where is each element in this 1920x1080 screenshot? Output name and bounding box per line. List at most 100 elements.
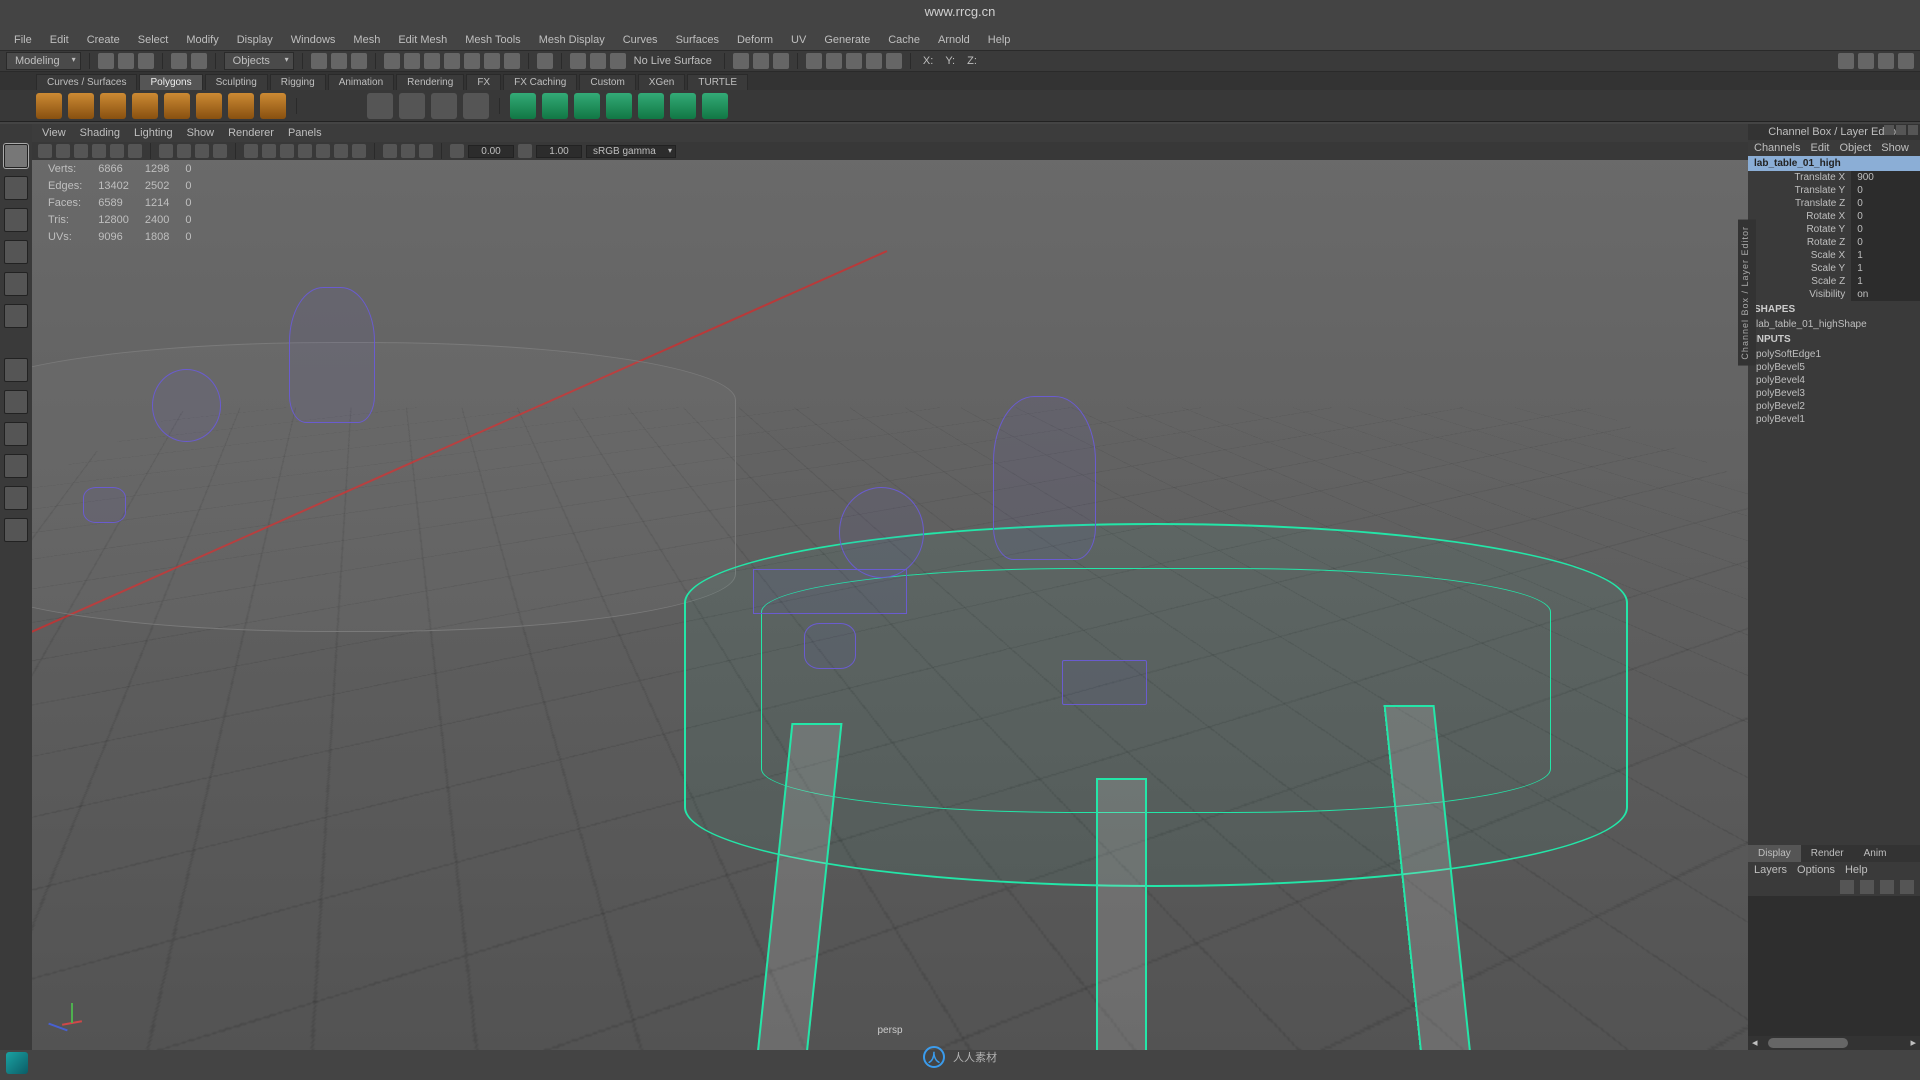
sculpt-icon[interactable] xyxy=(510,93,536,119)
shelf-tab-sculpting[interactable]: Sculpting xyxy=(205,74,268,90)
select-camera-icon[interactable] xyxy=(38,144,52,158)
lock-icon[interactable] xyxy=(537,53,553,69)
image-plane-icon[interactable] xyxy=(92,144,106,158)
layer-new-selected-icon[interactable] xyxy=(1900,880,1914,894)
snap-surface-icon[interactable] xyxy=(464,53,480,69)
select-by-component-icon[interactable] xyxy=(351,53,367,69)
render-icon[interactable] xyxy=(733,53,749,69)
open-scene-icon[interactable] xyxy=(118,53,134,69)
layout-four-icon[interactable] xyxy=(826,53,842,69)
grid-icon[interactable] xyxy=(159,144,173,158)
view-axis-indicator[interactable] xyxy=(44,998,84,1038)
snap-curve-icon[interactable] xyxy=(404,53,420,69)
menu-help[interactable]: Help xyxy=(980,32,1019,48)
layer-list[interactable] xyxy=(1748,896,1920,1036)
history-off-icon[interactable] xyxy=(590,53,606,69)
gamma-icon[interactable] xyxy=(518,144,532,158)
attr-rx[interactable]: Rotate X xyxy=(1748,210,1851,223)
menu-generate[interactable]: Generate xyxy=(816,32,878,48)
layer-menu-layers[interactable]: Layers xyxy=(1754,864,1787,876)
mesh-table-leg[interactable] xyxy=(1096,778,1147,1050)
shelf-tab-fxcaching[interactable]: FX Caching xyxy=(503,74,577,90)
attr-ty[interactable]: Translate Y xyxy=(1748,184,1851,197)
field-rz[interactable]: 0 xyxy=(1851,236,1920,249)
shape-node[interactable]: lab_table_01_highShape xyxy=(1748,318,1920,331)
attr-tz[interactable]: Translate Z xyxy=(1748,197,1851,210)
polysphere-icon[interactable] xyxy=(68,93,94,119)
layer-menu-help[interactable]: Help xyxy=(1845,864,1868,876)
field-sy[interactable]: 1 xyxy=(1851,262,1920,275)
close-icon[interactable] xyxy=(1908,125,1918,135)
shelf-tab-turtle[interactable]: TURTLE xyxy=(687,74,748,90)
layout-single-icon[interactable] xyxy=(806,53,822,69)
lasso-tool[interactable] xyxy=(4,176,28,200)
layout-four-tool[interactable] xyxy=(4,390,28,414)
motionblur-icon[interactable] xyxy=(352,144,366,158)
mesh-table-unselected[interactable] xyxy=(32,342,736,633)
layer-moveup-icon[interactable] xyxy=(1840,880,1854,894)
shadows-icon[interactable] xyxy=(316,144,330,158)
menu-curves[interactable]: Curves xyxy=(615,32,666,48)
crease-icon[interactable] xyxy=(574,93,600,119)
input-node[interactable]: polySoftEdge1 xyxy=(1748,348,1920,361)
mesh-lamp[interactable] xyxy=(839,487,925,578)
menu-select[interactable]: Select xyxy=(130,32,177,48)
input-node[interactable]: polyBevel1 xyxy=(1748,413,1920,426)
targetweld-icon[interactable] xyxy=(367,93,393,119)
input-node[interactable]: polyBevel5 xyxy=(1748,361,1920,374)
redo-icon[interactable] xyxy=(191,53,207,69)
field-sx[interactable]: 1 xyxy=(1851,249,1920,262)
softedge-icon[interactable] xyxy=(638,93,664,119)
render-view-icon[interactable] xyxy=(886,53,902,69)
polyplane-icon[interactable] xyxy=(164,93,190,119)
mesh-cup[interactable] xyxy=(804,623,855,668)
tab-render[interactable]: Render xyxy=(1801,845,1854,862)
polypipe-icon[interactable] xyxy=(260,93,286,119)
hypershade-icon[interactable] xyxy=(866,53,882,69)
bookmarks-icon[interactable] xyxy=(74,144,88,158)
polycone-icon[interactable] xyxy=(132,93,158,119)
menu-arnold[interactable]: Arnold xyxy=(930,32,978,48)
save-scene-icon[interactable] xyxy=(138,53,154,69)
layer-movedown-icon[interactable] xyxy=(1860,880,1874,894)
subdiv-icon[interactable] xyxy=(463,93,489,119)
tab-edit[interactable]: Edit xyxy=(1810,142,1829,154)
attr-vis[interactable]: Visibility xyxy=(1748,288,1851,301)
minimize-icon[interactable] xyxy=(1884,125,1894,135)
undo-icon[interactable] xyxy=(171,53,187,69)
snap-point-icon[interactable] xyxy=(424,53,440,69)
attr-sy[interactable]: Scale Y xyxy=(1748,262,1851,275)
shelf-tab-animation[interactable]: Animation xyxy=(328,74,394,90)
menu-windows[interactable]: Windows xyxy=(283,32,344,48)
wireframe-icon[interactable] xyxy=(244,144,258,158)
live-surface-label[interactable]: No Live Surface xyxy=(630,55,716,67)
gamma-field[interactable]: 1.00 xyxy=(536,145,582,158)
panel-panels[interactable]: Panels xyxy=(288,127,322,139)
film-gate-icon[interactable] xyxy=(177,144,191,158)
menu-uv[interactable]: UV xyxy=(783,32,814,48)
quad-draw-icon[interactable] xyxy=(542,93,568,119)
sidebar-toggle-attr-icon[interactable] xyxy=(1858,53,1874,69)
field-sz[interactable]: 1 xyxy=(1851,275,1920,288)
xray-joints-icon[interactable] xyxy=(419,144,433,158)
lock-camera-icon[interactable] xyxy=(56,144,70,158)
xray-icon[interactable] xyxy=(401,144,415,158)
menu-edit[interactable]: Edit xyxy=(42,32,77,48)
shelf-tab-rigging[interactable]: Rigging xyxy=(270,74,326,90)
scale-tool[interactable] xyxy=(4,304,28,328)
snap-grid-icon[interactable] xyxy=(384,53,400,69)
menu-mesh[interactable]: Mesh xyxy=(345,32,388,48)
menu-display[interactable]: Display xyxy=(229,32,281,48)
new-scene-icon[interactable] xyxy=(98,53,114,69)
ipr-icon[interactable] xyxy=(753,53,769,69)
polycube-icon[interactable] xyxy=(36,93,62,119)
menu-deform[interactable]: Deform xyxy=(729,32,781,48)
attr-sz[interactable]: Scale Z xyxy=(1748,275,1851,288)
lights-icon[interactable] xyxy=(298,144,312,158)
select-by-object-icon[interactable] xyxy=(331,53,347,69)
menu-editmesh[interactable]: Edit Mesh xyxy=(390,32,455,48)
grease-pencil-icon[interactable] xyxy=(128,144,142,158)
attr-sx[interactable]: Scale X xyxy=(1748,249,1851,262)
field-ry[interactable]: 0 xyxy=(1851,223,1920,236)
polypyramid-icon[interactable] xyxy=(228,93,254,119)
